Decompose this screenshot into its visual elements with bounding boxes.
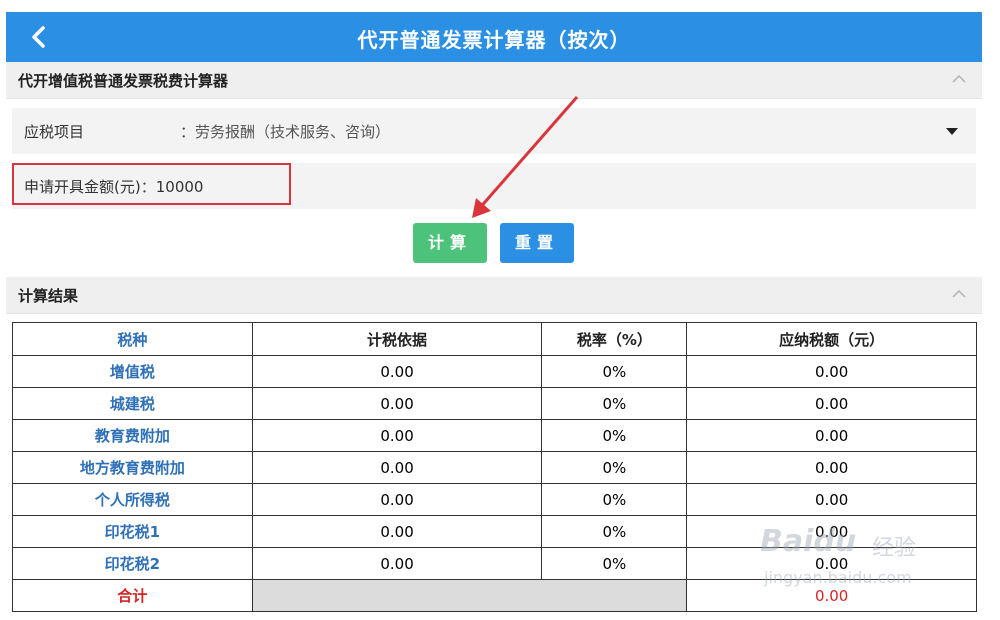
tax-item-selected: 劳务报酬（技术服务、咨询） bbox=[195, 123, 391, 141]
column-header-rate: 税率（%） bbox=[541, 322, 688, 356]
total-empty-cell bbox=[251, 579, 688, 612]
column-header-amount: 应纳税额（元） bbox=[686, 322, 977, 356]
tax-item-select[interactable]: 应税项目 ：劳务报酬（技术服务、咨询） bbox=[12, 108, 976, 154]
calculator-section-title: 代开增值税普通发票税费计算器 bbox=[18, 72, 229, 90]
page-title: 代开普通发票计算器（按次） bbox=[357, 28, 631, 52]
caret-down-icon[interactable] bbox=[946, 128, 958, 135]
rate-cell: 0% bbox=[541, 355, 688, 388]
tax-name-cell: 地方教育费附加 bbox=[12, 451, 253, 484]
table-row: 城建税 0.00 0% 0.00 bbox=[12, 387, 977, 420]
watermark-sub: 经验 bbox=[872, 536, 917, 561]
amount-cell: 0.00 bbox=[686, 355, 977, 388]
basis-cell: 0.00 bbox=[251, 387, 543, 420]
table-row: 增值税 0.00 0% 0.00 bbox=[12, 355, 977, 388]
table-header-row: 税种 计税依据 税率（%） 应纳税额（元） bbox=[12, 322, 977, 356]
basis-cell: 0.00 bbox=[251, 483, 543, 516]
basis-cell: 0.00 bbox=[251, 355, 543, 388]
calculate-button[interactable]: 计算 bbox=[413, 223, 487, 263]
rate-cell: 0% bbox=[541, 419, 688, 452]
rate-cell: 0% bbox=[541, 483, 688, 516]
column-header-basis: 计税依据 bbox=[251, 322, 543, 356]
tax-name-cell: 城建税 bbox=[12, 387, 253, 420]
tax-name-cell: 增值税 bbox=[12, 355, 253, 388]
basis-cell: 0.00 bbox=[251, 451, 543, 484]
basis-cell: 0.00 bbox=[251, 547, 543, 580]
calculator-section-header[interactable]: 代开增值税普通发票税费计算器 bbox=[6, 62, 982, 99]
result-section-title: 计算结果 bbox=[18, 287, 79, 305]
rate-cell: 0% bbox=[541, 451, 688, 484]
table-row: 教育费附加 0.00 0% 0.00 bbox=[12, 419, 977, 452]
basis-cell: 0.00 bbox=[251, 515, 543, 548]
watermark-url: jingyan.baidu.com bbox=[764, 568, 912, 587]
amount-cell: 0.00 bbox=[686, 419, 977, 452]
rate-cell: 0% bbox=[541, 547, 688, 580]
tax-name-cell: 印花税1 bbox=[12, 515, 253, 548]
tax-item-label: 应税项目 bbox=[24, 123, 85, 141]
total-label: 合计 bbox=[12, 579, 253, 612]
amount-cell: 0.00 bbox=[686, 387, 977, 420]
result-section-header[interactable]: 计算结果 bbox=[6, 277, 982, 314]
watermark-brand: Baidu bbox=[760, 524, 857, 559]
tax-name-cell: 印花税2 bbox=[12, 547, 253, 580]
tax-name-cell: 个人所得税 bbox=[12, 483, 253, 516]
tax-item-colon: ： bbox=[180, 123, 196, 141]
tax-name-cell: 教育费附加 bbox=[12, 419, 253, 452]
basis-cell: 0.00 bbox=[251, 419, 543, 452]
tax-item-value: ：劳务报酬（技术服务、咨询） bbox=[180, 121, 390, 142]
app-header: 代开普通发票计算器（按次） bbox=[6, 12, 982, 62]
amount-cell: 0.00 bbox=[686, 451, 977, 484]
reset-button[interactable]: 重置 bbox=[500, 223, 574, 263]
chevron-up-icon[interactable] bbox=[950, 287, 968, 301]
baidu-watermark: Baidu 经验 jingyan.baidu.com bbox=[760, 510, 960, 600]
rate-cell: 0% bbox=[541, 387, 688, 420]
table-row: 地方教育费附加 0.00 0% 0.00 bbox=[12, 451, 977, 484]
column-header-tax-type: 税种 bbox=[12, 322, 253, 356]
highlight-box bbox=[12, 163, 291, 205]
rate-cell: 0% bbox=[541, 515, 688, 548]
chevron-up-icon[interactable] bbox=[950, 72, 968, 86]
